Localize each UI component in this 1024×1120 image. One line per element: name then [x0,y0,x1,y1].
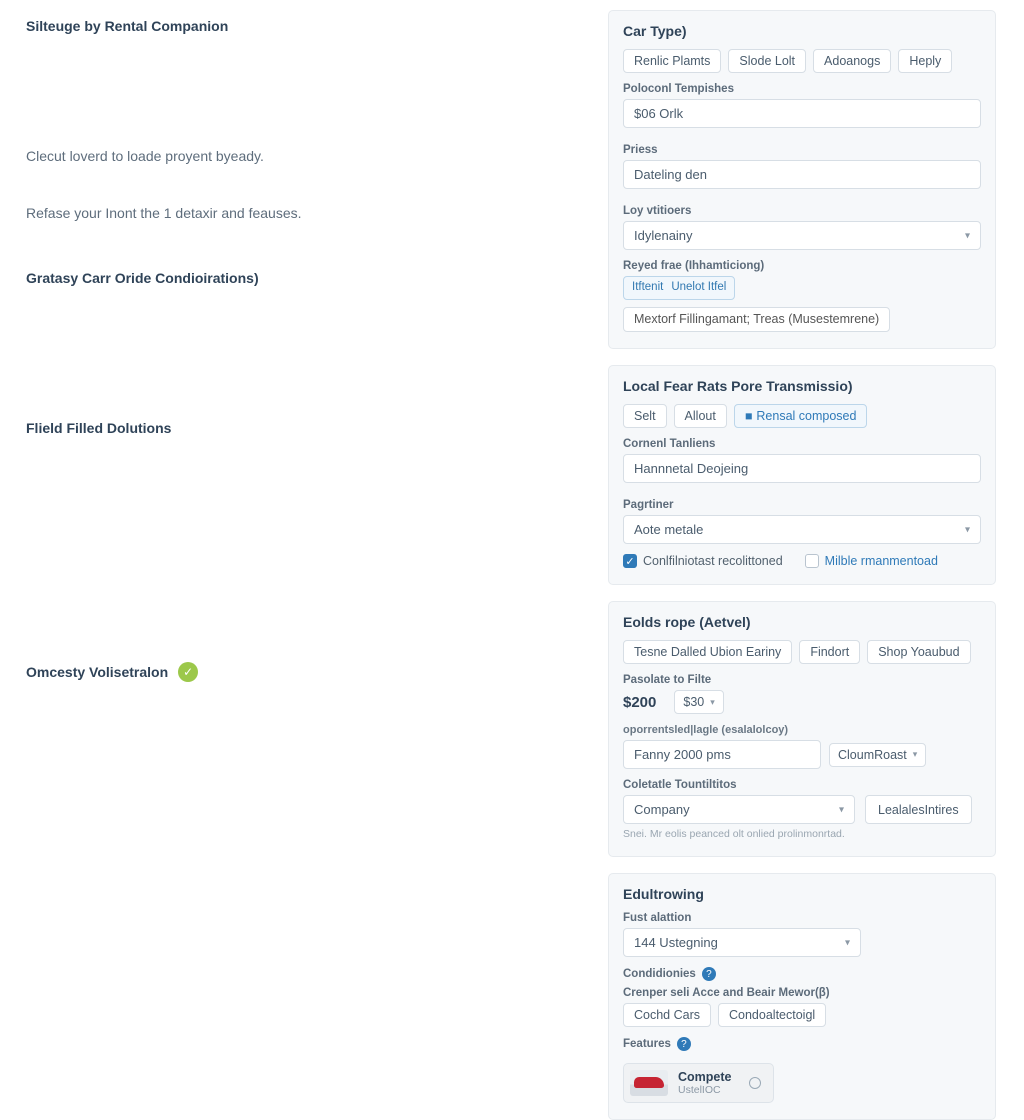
content-tanliens-input[interactable] [623,454,981,483]
help-icon[interactable]: ? [677,1037,691,1051]
reyed-group-left: Itftenit [632,281,663,295]
panel-eolds: Eolds rope (Aetvel) Tesne Dalled Ubion E… [608,601,996,857]
chevron-down-icon: ▾ [965,230,970,241]
section-heading-1: Silteuge by Rental Companion [26,18,574,34]
chip-rensal-composed-label: Rensal composed [756,409,856,423]
checkbox-milble[interactable]: Milble rmanmentoad [805,554,938,568]
chip-rensal-composed[interactable]: ■Rensal composed [734,404,868,428]
checkbox-empty-icon [805,554,819,568]
label-content-tanliens: Cornenl Tanliens [623,438,981,450]
chip-selt[interactable]: Selt [623,404,667,428]
label-features: Features [623,1038,671,1050]
chip-renlic-plamts[interactable]: Renlic Plamts [623,49,721,73]
chip-allout[interactable]: Allout [674,404,727,428]
chip-findort[interactable]: Findort [799,640,860,664]
panel-edultrowing: Edultrowing Fust alattion 144 Ustegning … [608,873,996,1120]
panel-local-title: Local Fear Rats Pore Transmissio) [623,378,981,394]
chevron-down-icon: ▾ [913,749,918,760]
panel-edultrowing-title: Edultrowing [623,886,981,902]
label-conditionies: Condidionies [623,968,696,980]
label-loy: Loy vtitioers [623,205,981,217]
loy-select[interactable]: Idylenainy ▾ [623,221,981,250]
chip-tesne-dalled[interactable]: Tesne Dalled Ubion Eariny [623,640,792,664]
checkbox-conlfil-label: Conlfilniotast recolittoned [643,554,783,568]
section-heading-3: Flield Filled Dolutions [26,420,574,436]
reyed-group-right: Unelot Itfel [671,281,726,295]
panel-car-type-title: Car Type) [623,23,981,39]
feature-card-sub: UstelIOC [678,1084,731,1096]
loy-select-value: Idylenainy [634,228,693,243]
label-partner: Pagrtiner [623,499,981,511]
fust-select[interactable]: 144 Ustegning ▾ [623,928,861,957]
label-colct: Coletatle Tountiltitos [623,779,981,791]
reyed-group-chip[interactable]: Itftenit Unelot Itfel [623,276,735,300]
checkbox-checked-icon: ✓ [623,554,637,568]
partner-select-value: Aote metale [634,522,703,537]
feature-card-compete[interactable]: Compete UstelIOC [623,1063,774,1103]
price-select-value: $30 [683,695,704,709]
label-templates: Poloconl Tempishes [623,83,981,95]
panel-car-type: Car Type) Renlic Plamts Slode Lolt Adoan… [608,10,996,349]
label-fust: Fust alattion [623,912,981,924]
label-reyed: Reyed frae (Ihhamticiong) [623,260,981,272]
chevron-down-icon: ▾ [710,697,715,708]
label-prices: Priess [623,144,981,156]
intro-paragraph-1: Clecut loverd to loade proyent byeady. [26,146,574,167]
oporen-cloumroast-select[interactable]: CloumRoast ▾ [829,743,926,767]
oporen-input[interactable] [623,740,821,769]
checkbox-milble-label: Milble rmanmentoad [825,554,938,568]
colct-hint: Snei. Mr eolis peanced olt onlied prolin… [623,828,981,840]
price-select[interactable]: $30 ▾ [674,690,723,714]
check-circle-icon: ✓ [178,662,198,682]
label-oporen: oporrentsled|lagle (esalalolcoy) [623,724,981,736]
section-heading-4: Omcesty Volisetralon [26,664,168,680]
feature-card-title: Compete [678,1070,731,1084]
colct-select[interactable]: Company ▾ [623,795,855,824]
colct-select-value: Company [634,802,690,817]
label-crenper: Crenper seli Acce and Beair Mewor(β) [623,987,981,999]
partner-select[interactable]: Aote metale ▾ [623,515,981,544]
templates-input[interactable] [623,99,981,128]
oporen-cloumroast-value: CloumRoast [838,748,907,762]
help-icon[interactable]: ? [702,967,716,981]
chevron-down-icon: ▾ [839,804,844,815]
prices-input[interactable] [623,160,981,189]
chip-adoanogs[interactable]: Adoanogs [813,49,891,73]
fust-select-value: 144 Ustegning [634,935,718,950]
checkbox-conlfil[interactable]: ✓ Conlfilniotast recolittoned [623,554,783,568]
price-static: $200 [623,694,656,711]
intro-paragraph-2: Refase your Inont the 1 detaxir and feau… [26,203,574,224]
radio-icon [749,1077,761,1089]
chip-slode-lolt[interactable]: Slode Lolt [728,49,806,73]
chevron-down-icon: ▾ [965,524,970,535]
lealles-button[interactable]: LealalesIntires [865,795,972,824]
chip-heply[interactable]: Heply [898,49,952,73]
chip-shop-youbud[interactable]: Shop Yoaubud [867,640,970,664]
reyed-wide-chip[interactable]: Mextorf Fillingamant; Treas (Musestemren… [623,307,890,333]
label-pasolate: Pasolate to Filte [623,674,981,686]
chevron-down-icon: ▾ [845,937,850,948]
panel-eolds-title: Eolds rope (Aetvel) [623,614,981,630]
car-icon [630,1070,668,1096]
panel-local: Local Fear Rats Pore Transmissio) Selt A… [608,365,996,585]
section-heading-2: Gratasy Carr Oride Condioirations) [26,270,574,286]
